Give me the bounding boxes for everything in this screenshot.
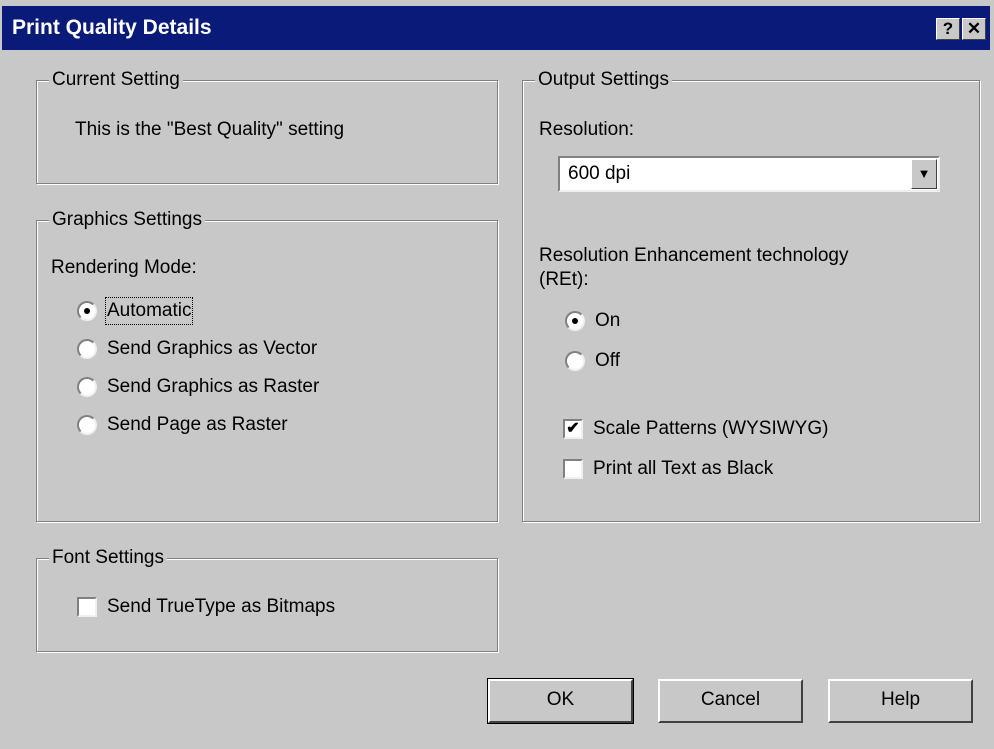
ret-label: Resolution Enhancement technology [539, 245, 849, 266]
checkbox-label: Send TrueType as Bitmaps [107, 596, 336, 617]
font-settings-legend: Font Settings [49, 546, 167, 570]
resolution-label: Resolution: [539, 119, 635, 140]
radio-label: Off [595, 350, 620, 371]
title-bar: Print Quality Details ? ✕ [2, 6, 990, 50]
radio-label: Send Graphics as Vector [107, 338, 318, 359]
output-settings-legend: Output Settings [535, 68, 672, 92]
radio-button[interactable] [565, 311, 585, 331]
ret-label-line2: (REt): [539, 269, 589, 290]
radio-button[interactable] [77, 415, 97, 435]
current-setting-text: This is the "Best Quality" setting [75, 119, 345, 140]
resolution-dropdown[interactable]: 600 dpi ▼ [558, 156, 940, 192]
rendering-mode-label: Rendering Mode: [51, 257, 197, 278]
graphics-settings-group: Graphics Settings Rendering Mode: Automa… [36, 208, 498, 522]
close-icon[interactable]: ✕ [962, 18, 986, 40]
radio-button[interactable] [565, 351, 585, 371]
help-button[interactable]: Help [828, 679, 973, 723]
radio-label: Send Page as Raster [107, 414, 288, 435]
resolution-value: 600 dpi [568, 163, 631, 184]
output-settings-group: Output Settings Resolution: Resolution E… [522, 68, 980, 522]
ok-button[interactable]: OK [487, 678, 634, 724]
radio-label: On [595, 310, 621, 331]
current-setting-group: Current Setting This is the "Best Qualit… [36, 68, 498, 184]
checkbox-box[interactable]: ✔ [563, 419, 583, 439]
checkbox-box[interactable] [563, 459, 583, 479]
radio-button[interactable] [77, 301, 97, 321]
radio-button[interactable] [77, 339, 97, 359]
radio-button[interactable] [77, 377, 97, 397]
radio-label: Automatic [104, 297, 194, 325]
window-title: Print Quality Details [12, 16, 212, 39]
help-icon[interactable]: ? [936, 18, 960, 40]
checkbox-box[interactable] [77, 597, 97, 617]
radio-label: Send Graphics as Raster [107, 376, 320, 397]
font-settings-group: Font Settings Send TrueType as Bitmaps [36, 546, 498, 652]
graphics-settings-legend: Graphics Settings [49, 208, 205, 232]
chevron-down-icon[interactable]: ▼ [911, 159, 937, 189]
checkbox-label: Print all Text as Black [593, 458, 774, 479]
current-setting-legend: Current Setting [49, 68, 183, 92]
cancel-button[interactable]: Cancel [658, 679, 803, 723]
checkbox-label: Scale Patterns (WYSIWYG) [593, 418, 829, 439]
